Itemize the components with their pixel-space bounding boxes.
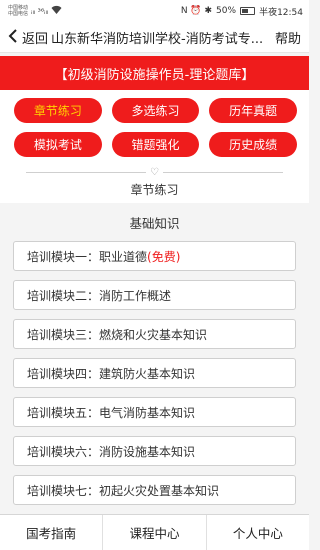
free-badge: (免费) [147,249,181,264]
bottom-nav: 国考指南 课程中心 个人中心 [0,514,309,550]
module-item[interactable]: 培训模块三：燃烧和火灾基本知识 [13,319,296,349]
module-label: 培训模块一：职业道德 [27,249,148,264]
module-label: 培训模块四：建筑防火基本知识 [27,366,196,381]
nav-exam-guide[interactable]: 国考指南 [0,515,104,550]
heart-icon: ♡ [150,166,159,178]
help-button[interactable]: 帮助 [275,28,301,47]
module-item[interactable]: 培训模块五：电气消防基本知识 [13,397,296,427]
module-item[interactable]: 培训模块七：初起火灾处置基本知识 [13,475,296,505]
back-button[interactable]: 返回 [22,28,48,47]
module-label: 培训模块三：燃烧和火灾基本知识 [27,327,208,342]
multi-choice-practice-button[interactable]: 多选练习 [111,98,200,123]
nav-personal-center[interactable]: 个人中心 [207,515,309,550]
chapter-practice-button[interactable]: 章节练习 [14,98,102,123]
status-bar: 中国移动 中国电信 ᵢₗₗ ³⁶ᵢₗₗ N ⏰ ✱ 50% 半夜12:54 [0,0,309,22]
mock-exam-button[interactable]: 模拟考试 [14,132,102,157]
section-title: 章节练习 [0,181,309,203]
status-right: N ⏰ ✱ 50% 半夜12:54 [181,5,303,18]
page-title: 山东新华消防培训学校-消防考试专... [51,31,264,47]
module-label: 培训模块六：消防设施基本知识 [27,444,196,459]
past-exams-button[interactable]: 历年真题 [209,98,297,123]
status-left: 中国移动 中国电信 ᵢₗₗ ³⁶ᵢₗₗ [8,5,62,17]
status-icons: N ⏰ ✱ [180,6,213,16]
app-header: 返回 山东新华消防培训学校-消防考试专... 帮助 [0,22,309,53]
battery-percent: 50% [216,6,237,16]
back-chevron-icon[interactable] [8,28,22,46]
module-label: 培训模块七：初起火灾处置基本知识 [27,483,220,498]
history-scores-button[interactable]: 历史成绩 [209,132,297,157]
section-subtitle: 基础知识 [0,207,309,241]
divider-line-right [162,171,283,173]
module-label: 培训模块五：电气消防基本知识 [27,405,196,420]
section-divider: ♡ [0,163,309,181]
wrong-answers-button[interactable]: 错题强化 [111,132,200,157]
divider-line-left [26,171,147,173]
status-time: 半夜12:54 [259,7,303,18]
signal-icon: ᵢₗₗ ³⁶ᵢₗₗ [31,6,49,16]
module-item[interactable]: 培训模块一：职业道德 (免费) [13,241,296,271]
carrier-2: 中国电信 [8,11,29,17]
category-grid: 章节练习 多选练习 历年真题 模拟考试 错题强化 历史成绩 [0,90,309,163]
module-item[interactable]: 培训模块六：消防设施基本知识 [13,436,296,466]
nav-course-center[interactable]: 课程中心 [103,515,207,550]
question-bank-banner: 【初级消防设施操作员-理论题库】 [0,56,309,90]
battery-icon [240,7,256,15]
carrier-names: 中国移动 中国电信 [8,5,28,17]
module-list: 培训模块一：职业道德 (免费) 培训模块二：消防工作概述 培训模块三：燃烧和火灾基… [0,241,309,505]
module-item[interactable]: 培训模块二：消防工作概述 [13,280,296,310]
module-item[interactable]: 培训模块四：建筑防火基本知识 [13,358,296,388]
module-label: 培训模块二：消防工作概述 [27,288,172,303]
wifi-icon [51,5,62,17]
